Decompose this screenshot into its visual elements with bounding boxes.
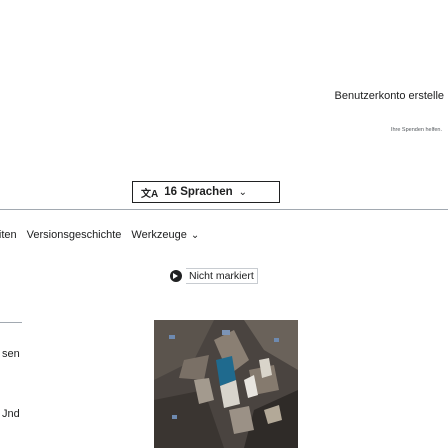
review-status-indicator[interactable]: Nicht markiert [170,268,258,284]
tab-tools-label: Werkzeuge [131,229,187,241]
sidebar-divider [0,322,22,323]
tab-tools[interactable]: Werkzeuge ⌄ [131,229,199,241]
translate-icon: 文A [141,188,159,200]
tab-history[interactable]: Versionsgeschichte [27,229,122,241]
sidebar-text-fragment: Jnd [2,408,20,420]
article-image[interactable] [154,320,298,448]
tab-bar-divider [0,209,448,210]
page-tools-tabs: rbeiten Versionsgeschichte Werkzeuge ⌄ [0,229,199,241]
language-count-label: 16 Sprachen [164,186,233,198]
chevron-down-icon: ⌄ [238,186,248,198]
chevron-down-icon: ⌄ [190,229,200,241]
review-status-label: Nicht markiert [186,268,258,284]
create-account-link[interactable]: Benutzerkonto erstelle [335,90,444,102]
language-selector-button[interactable]: 文A 16 Sprachen ⌄ [132,181,280,203]
sidebar-text-fragment: sen [2,348,20,360]
tab-edit[interactable]: rbeiten [0,229,17,241]
sidebar-cut-text [0,440,18,448]
donation-note: Ihre Spenden helfen. [390,127,442,133]
review-status-icon [170,270,182,282]
